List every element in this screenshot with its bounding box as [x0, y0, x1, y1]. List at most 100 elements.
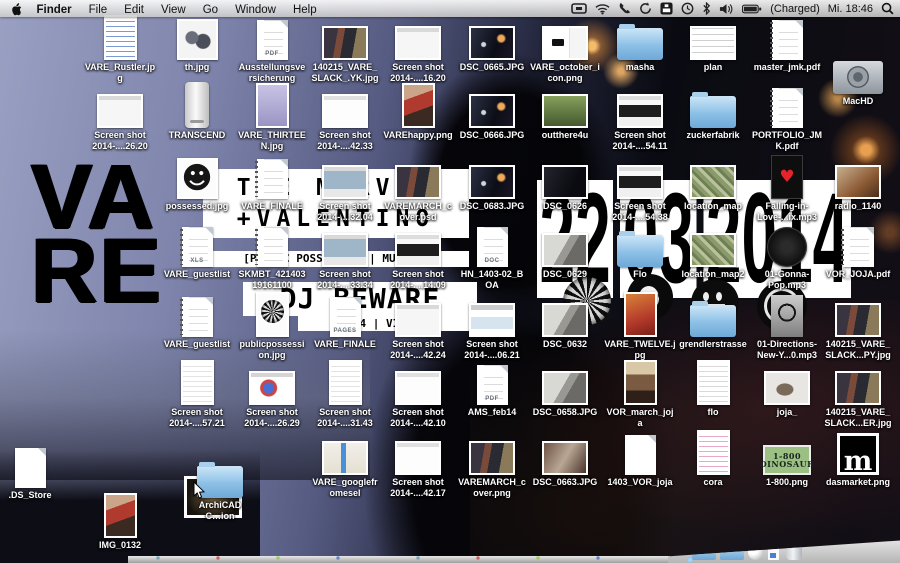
dsc-0663-icon — [523, 425, 607, 475]
desktop-icon-vare-finale-1[interactable]: VARE_FINALE — [230, 149, 314, 212]
menu-file[interactable]: File — [89, 4, 108, 16]
desktop-icon-screenshot-16-20[interactable]: Screen shot 2014-....16.20 — [376, 10, 460, 83]
desktop-icon-screenshot-54-38[interactable]: Screen shot 2014-....54.38 — [598, 149, 682, 222]
desktop-icon-varemarch-cover-psd[interactable]: VAREMARCH_c over.psd — [376, 149, 460, 222]
vor-march-joja-icon — [598, 355, 682, 405]
desktop-icon-140215-vare-slack-py[interactable]: 140215_VARE_ SLACK...PY.jpg — [816, 287, 900, 360]
desktop-icon-outthere4u[interactable]: outthere4u — [523, 78, 607, 141]
desktop-icon-vor-march-joja[interactable]: VOR_march_joj a — [598, 355, 682, 428]
desktop-icon-label: DSC_0666.JPG — [450, 130, 534, 141]
desktop-icon-screenshot-32-04[interactable]: Screen shot 2014-....32.04 — [303, 149, 387, 222]
masha-icon — [598, 10, 682, 60]
desktop-icon-140215-vare-slack-yk[interactable]: 140215_VARE_ SLACK_.YK.jpg — [303, 10, 387, 83]
desktop-icon-grendlerstrasse[interactable]: grendlerstrasse — [671, 287, 755, 350]
desktop-icon-flo-folder[interactable]: Flo — [598, 217, 682, 280]
desktop-icon-zuckerfabrik[interactable]: zuckerfabrik — [671, 78, 755, 141]
desktop-icon-screenshot-26-29[interactable]: Screen shot 2014-....26.29 — [230, 355, 314, 428]
desktop-icon-screenshot-42-33[interactable]: Screen shot 2014-....42.33 — [303, 78, 387, 151]
desktop-icon-ausstellungsversicherung[interactable]: PDFAusstellungsve rsicherung — [230, 10, 314, 83]
menu-window[interactable]: Window — [235, 4, 276, 16]
desktop-icon-ds-store[interactable]: .DS_Store — [0, 438, 72, 501]
desktop-icon-1403-vor-joja[interactable]: 1403_VOR_joja — [598, 425, 682, 488]
desktop-icon-varemarch-cover-png[interactable]: VAREMARCH_c over.png — [450, 425, 534, 498]
menu-go[interactable]: Go — [203, 4, 218, 16]
desktop-icon-label: AMS_feb14 — [450, 407, 534, 418]
desktop-icon-screenshot-33-34[interactable]: Screen shot 2014-....33.34 — [303, 217, 387, 290]
desktop-icon-hn-1403-02-boa[interactable]: DOCHN_1403-02_B OA — [450, 217, 534, 290]
desktop-icon-dsc-0666[interactable]: DSC_0666.JPG — [450, 78, 534, 141]
dasmarket-png-icon: m — [816, 425, 900, 475]
desktop-icon-portfolio-jmk[interactable]: PORTFOLIO_JM K.pdf — [745, 78, 829, 151]
desktop-icon-dsc-0683[interactable]: DSC_0683.JPG — [450, 149, 534, 212]
menu-view[interactable]: View — [161, 4, 186, 16]
desktop-icon-location-map2[interactable]: location_map2 — [671, 217, 755, 280]
varemarch-cover-png-icon — [450, 425, 534, 475]
desktop-icon-radio-1140[interactable]: radio_1140 — [816, 149, 900, 212]
spotlight-icon[interactable] — [881, 2, 894, 15]
desktop-icon-screenshot-06-21[interactable]: Screen shot 2014-....06.21 — [450, 287, 534, 360]
vor-joja-pdf-icon — [816, 217, 900, 267]
volume-icon[interactable] — [719, 3, 734, 15]
grendlerstrasse-icon — [671, 287, 755, 337]
ams-feb14-icon: PDF — [450, 355, 534, 405]
desktop-icon-publicpossession[interactable]: publicpossessi on.jpg — [230, 287, 314, 360]
desktop-icon-cora[interactable]: cora — [671, 425, 755, 488]
desktop-icon-screenshot-42-17[interactable]: Screen shot 2014-....42.17 — [376, 425, 460, 498]
desktop-icon-possessed[interactable]: ☻possessed.jpg — [155, 149, 239, 212]
desktop-icon-vare-finale-2[interactable]: PAGESVARE_FINALE — [303, 287, 387, 350]
desktop-icon-label: VARE_guestlist — [155, 269, 239, 280]
desktop-icon-dasmarket-png[interactable]: mdasmarket.png — [816, 425, 900, 488]
desktop-icon-dsc-0626[interactable]: DSC_0626 — [523, 149, 607, 212]
desktop-icon-vare-twelve[interactable]: VARE_TWELVE.j pg — [598, 287, 682, 360]
desktop-icon-skmbt-421403[interactable]: SKMBT_421403 19161100 — [230, 217, 314, 290]
desktop-icon-vare-googlefromesel[interactable]: VARE_googlefr omesel — [303, 425, 387, 498]
menu-clock[interactable]: Mi. 18:46 — [828, 3, 873, 15]
desktop-icon-screenshot-26-20[interactable]: Screen shot 2014-....26.20 — [78, 78, 162, 151]
battery-status-text: (Charged) — [770, 3, 820, 15]
desktop-icon-vare-thirteen[interactable]: VARE_THIRTEE N.jpg — [230, 78, 314, 151]
desktop-icon-flo-paper[interactable]: flo — [671, 355, 755, 418]
battery-icon[interactable] — [742, 4, 762, 14]
desktop-icon-transcend[interactable]: TRANSCEND — [155, 78, 239, 141]
desktop-icon-archicad[interactable]: ArchiCAD C…ion — [178, 448, 262, 521]
desktop-icon-vor-joja-pdf[interactable]: VOR_JOJA.pdf — [816, 217, 900, 280]
input-flag-icon[interactable] — [660, 2, 673, 15]
menu-bar-status: (Charged) Mi. 18:46 — [571, 0, 894, 17]
desktop-icon-varehappy[interactable]: VAREhappy.png — [376, 78, 460, 141]
desktop-icon-screenshot-54-11[interactable]: Screen shot 2014-....54.11 — [598, 78, 682, 151]
dock-edge-strip[interactable] — [128, 556, 670, 563]
desktop-icon-th-jpg[interactable]: th.jpg — [155, 10, 239, 73]
menu-edit[interactable]: Edit — [124, 4, 144, 16]
desktop-icon-vare-october-icon[interactable]: VARE_october_i con.png — [523, 10, 607, 83]
desktop-icon-dsc-0632[interactable]: DSC_0632 — [523, 287, 607, 350]
desktop-icon-plan[interactable]: plan — [671, 10, 755, 73]
desktop-icon-masha[interactable]: masha — [598, 10, 682, 73]
menu-finder[interactable]: Finder — [37, 4, 72, 16]
desktop-icon-ams-feb14[interactable]: PDF AMS_feb14 — [450, 355, 534, 418]
wifi-icon[interactable] — [595, 3, 610, 15]
desktop-icon-vare-guestlist-1[interactable]: XLSVARE_guestlist — [155, 217, 239, 280]
desktop-icon-img-0132[interactable]: IMG_0132 — [78, 488, 162, 551]
handset-icon[interactable] — [618, 2, 631, 15]
dsc-0666-icon — [450, 78, 534, 128]
apple-menu[interactable] — [10, 2, 22, 16]
desktop-icon-screenshot-42-24[interactable]: Screen shot 2014-....42.24 — [376, 287, 460, 360]
desktop-icon-screenshot-42-10[interactable]: Screen shot 2014-....42.10 — [376, 355, 460, 428]
desktop-icon-vare-rustler-jpg[interactable]: VARE_Rustler.jp g — [78, 10, 162, 83]
desktop-icon-dsc-0658[interactable]: DSC_0658.JPG — [523, 355, 607, 418]
desktop-icon-dsc-0629[interactable]: DSC_0629 — [523, 217, 607, 280]
desktop-icon-screenshot-14-09[interactable]: Screen shot 2014-....14.09 — [376, 217, 460, 290]
sync-icon[interactable] — [639, 2, 652, 15]
apple-logo-icon — [10, 2, 22, 16]
display-icon[interactable] — [571, 3, 587, 15]
menu-help[interactable]: Help — [293, 4, 317, 16]
time-machine-icon[interactable] — [681, 2, 694, 15]
desktop-icon-dsc-0665[interactable]: DSC_0665.JPG — [450, 10, 534, 73]
desktop-icon-140215-vare-slack-er[interactable]: 140215_VARE_ SLACK...ER.jpg — [816, 355, 900, 428]
desktop-icon-dsc-0663[interactable]: DSC_0663.JPG — [523, 425, 607, 488]
desktop-icon-screenshot-31-43[interactable]: Screen shot 2014-....31.43 — [303, 355, 387, 428]
desktop-icon-vare-guestlist-2[interactable]: VARE_guestlist — [155, 287, 239, 350]
desktop-icon-location-map[interactable]: location_map — [671, 149, 755, 212]
desktop-icon-screenshot-57-21[interactable]: Screen shot 2014-....57.21 — [155, 355, 239, 428]
bluetooth-icon[interactable] — [702, 2, 711, 15]
